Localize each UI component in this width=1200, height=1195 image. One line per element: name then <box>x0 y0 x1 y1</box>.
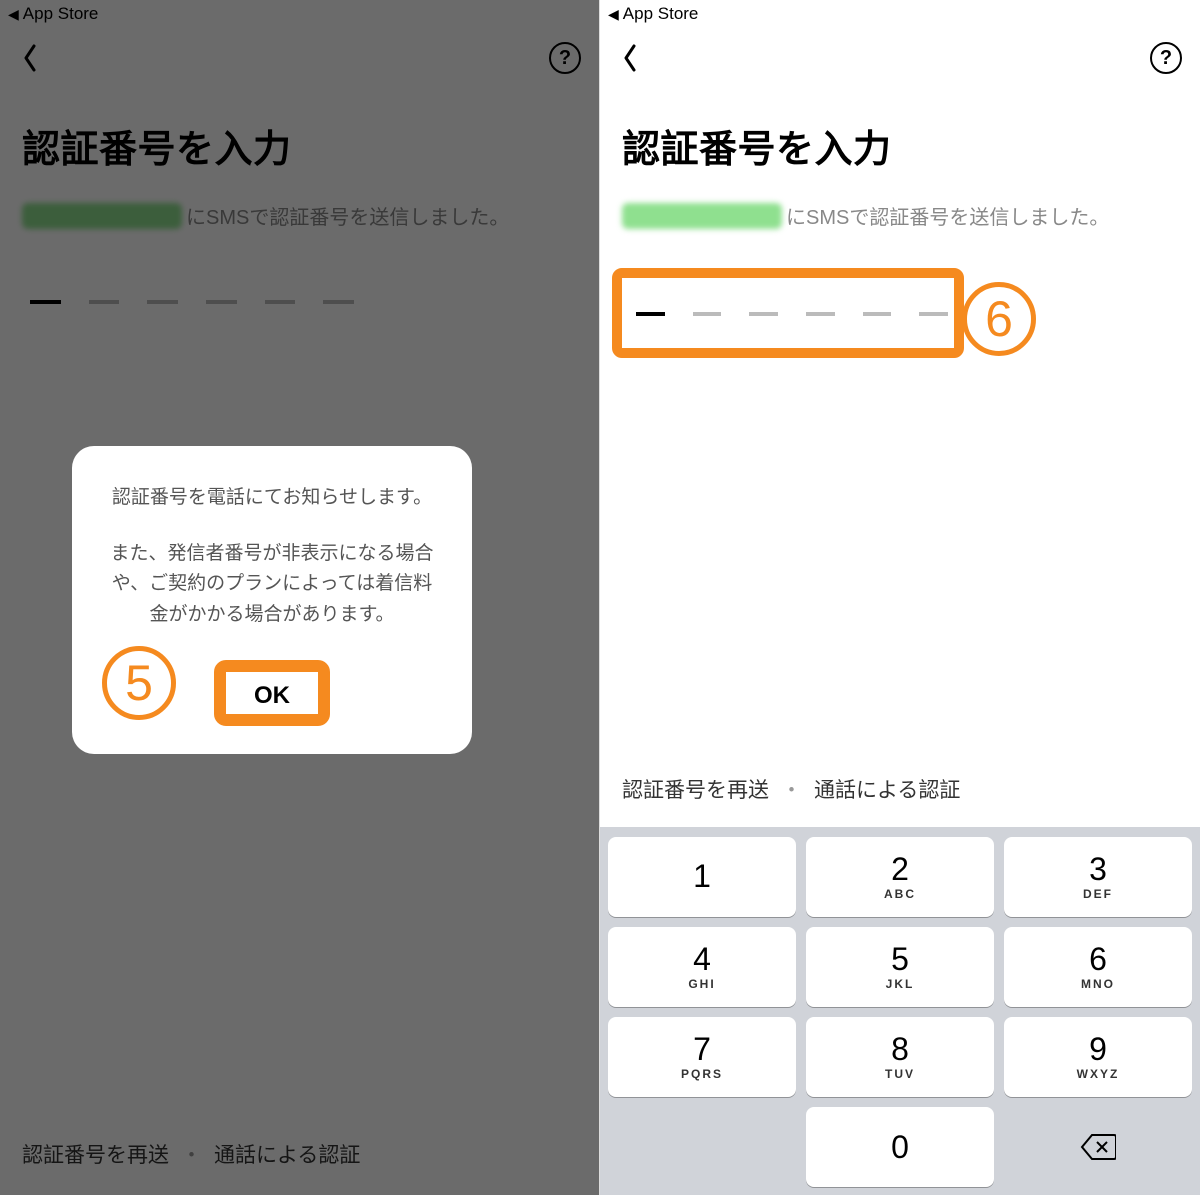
code-slot <box>863 312 892 316</box>
key-7[interactable]: 7PQRS <box>608 1017 796 1097</box>
key-4[interactable]: 4GHI <box>608 927 796 1007</box>
help-icon[interactable]: ? <box>1150 42 1182 74</box>
key-2[interactable]: 2ABC <box>806 837 994 917</box>
dialog-message-1: 認証番号を電話にてお知らせします。 <box>106 482 438 509</box>
key-8[interactable]: 8TUV <box>806 1017 994 1097</box>
key-9[interactable]: 9WXYZ <box>1004 1017 1192 1097</box>
code-slot <box>693 312 722 316</box>
status-back-label[interactable]: App Store <box>623 4 699 24</box>
status-bar: ◀ App Store <box>600 0 1200 28</box>
confirm-dialog: 認証番号を電話にてお知らせします。 また、発信者番号が非表示になる場合や、ご契約… <box>72 446 472 754</box>
screen-left: ◀ App Store ? 認証番号を入力 にSMSで認証番号を送信しました。 <box>0 0 600 1195</box>
code-slot <box>806 312 835 316</box>
back-chevron-icon[interactable] <box>618 46 642 70</box>
backspace-icon <box>1080 1133 1116 1161</box>
dialog-message-2: また、発信者番号が非表示になる場合や、ご契約のプランによっては着信料金がかかる場… <box>106 539 438 630</box>
key-1[interactable]: 1 <box>608 837 796 917</box>
separator: ・ <box>781 774 802 804</box>
subtitle: にSMSで認証番号を送信しました。 <box>622 201 1178 230</box>
nav-bar: ? <box>600 28 1200 88</box>
step-badge-6: 6 <box>962 282 1036 356</box>
resend-link[interactable]: 認証番号を再送 <box>622 774 769 804</box>
key-0[interactable]: 0 <box>806 1107 994 1187</box>
ok-button[interactable]: OK <box>228 666 316 726</box>
key-5[interactable]: 5JKL <box>806 927 994 1007</box>
key-6[interactable]: 6MNO <box>1004 927 1192 1007</box>
numeric-keypad: 1 2ABC 3DEF 4GHI 5JKL 6MNO 7PQRS 8TUV 9W… <box>600 827 1200 1195</box>
page-title: 認証番号を入力 <box>622 118 1178 173</box>
code-slot <box>636 312 665 316</box>
call-auth-link[interactable]: 通話による認証 <box>814 774 960 804</box>
back-triangle-icon[interactable]: ◀ <box>608 6 619 23</box>
subtitle-text: にSMSで認証番号を送信しました。 <box>786 201 1109 230</box>
phone-redacted <box>622 203 782 229</box>
screen-right: ◀ App Store ? 認証番号を入力 にSMSで認証番号を送信しました。 <box>600 0 1200 1195</box>
key-backspace[interactable] <box>1004 1107 1192 1187</box>
step-badge-5: 5 <box>102 646 176 720</box>
key-blank <box>608 1107 796 1187</box>
code-slot <box>749 312 778 316</box>
key-3[interactable]: 3DEF <box>1004 837 1192 917</box>
code-input[interactable] <box>622 290 962 338</box>
footer-links: 認証番号を再送 ・ 通話による認証 <box>622 774 960 804</box>
code-slot <box>919 312 948 316</box>
